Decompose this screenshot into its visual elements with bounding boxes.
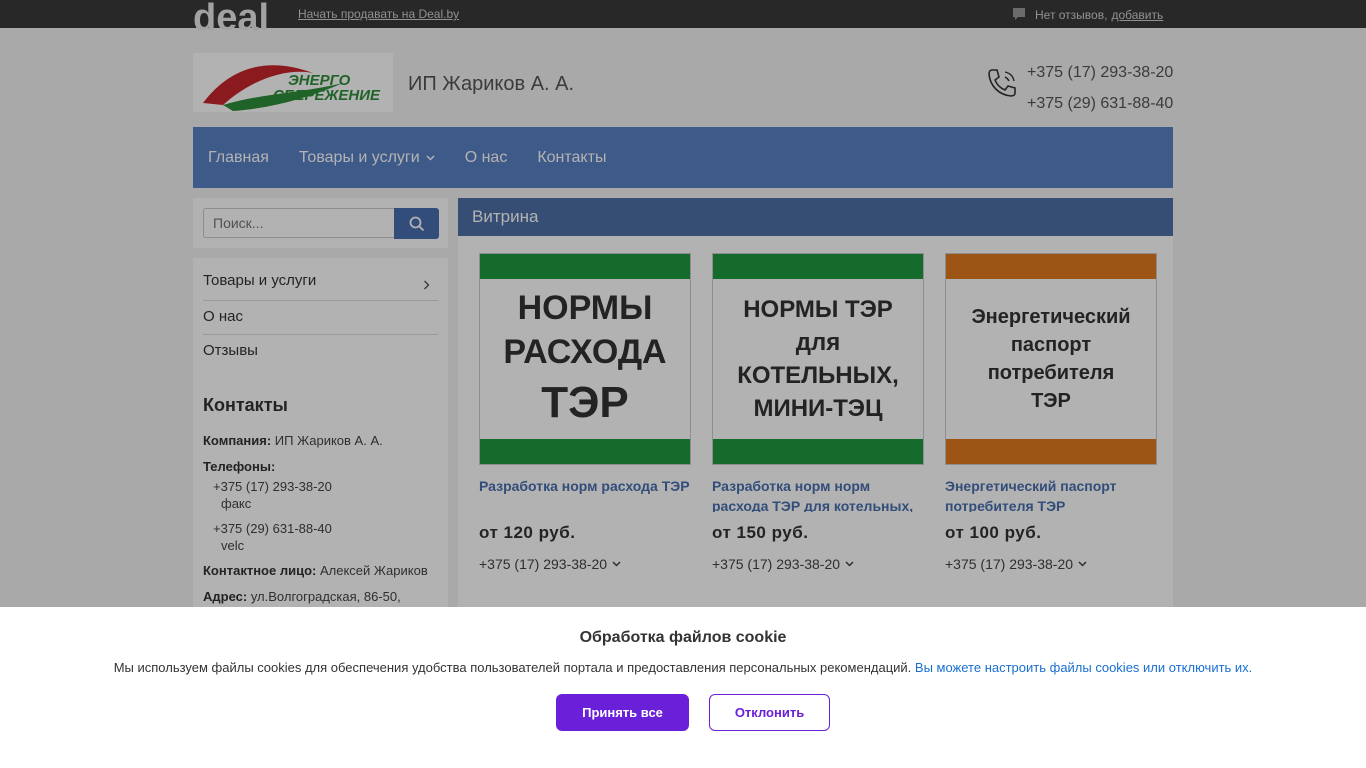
decline-button[interactable]: Отклонить — [709, 694, 830, 731]
cookie-title: Обработка файлов cookie — [579, 629, 787, 646]
cookie-banner: Обработка файлов cookie Мы используем фа… — [0, 607, 1366, 768]
cookie-text-row: Мы используем файлы cookies для обеспече… — [0, 660, 1366, 675]
cookie-text: Мы используем файлы cookies для обеспече… — [113, 660, 912, 675]
cookie-settings-link[interactable]: Вы можете настроить файлы cookies или от… — [915, 660, 1252, 675]
modal-overlay — [0, 0, 1366, 607]
accept-all-button[interactable]: Принять все — [556, 694, 689, 731]
